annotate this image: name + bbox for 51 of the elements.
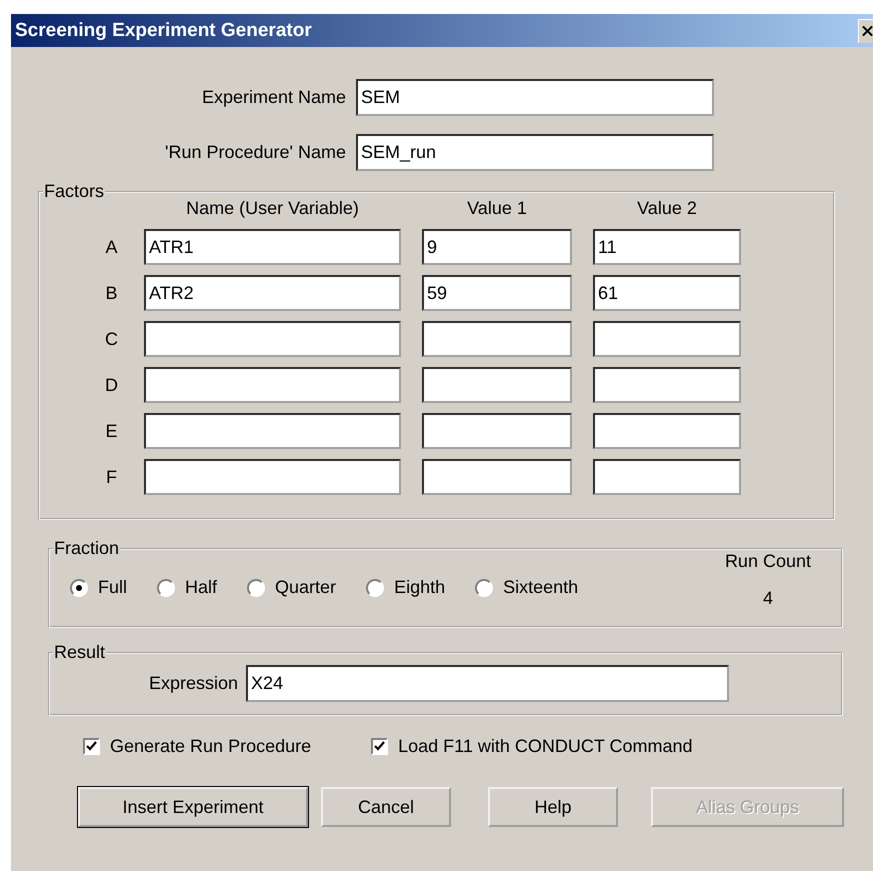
radio-option[interactable]: Eighth — [366, 577, 446, 598]
factor-letter: C — [104, 328, 119, 350]
value-field[interactable] — [593, 459, 741, 495]
dialog-button[interactable]: Insert Experiment — [78, 787, 308, 827]
factor-name-field[interactable]: ATR2 — [144, 275, 401, 311]
field-label: 'Run Procedure' Name — [165, 142, 346, 163]
value-field[interactable]: 59 — [422, 275, 572, 311]
value-field[interactable] — [593, 321, 741, 357]
factor-letter: E — [104, 420, 118, 442]
factor-letter: B — [104, 282, 118, 304]
value-field[interactable] — [422, 321, 572, 357]
radio-option[interactable]: Quarter — [247, 577, 336, 598]
factor-letter: D — [104, 374, 119, 396]
checkbox-option[interactable]: Generate Run Procedure — [83, 736, 312, 757]
close-button[interactable] — [858, 18, 873, 42]
factor-name-field[interactable]: ATR1 — [144, 229, 401, 265]
factor-name-field[interactable] — [144, 321, 401, 357]
window-title: Screening Experiment Generator — [14, 20, 312, 42]
factor-name-field[interactable] — [144, 367, 401, 403]
factor-name-field[interactable] — [144, 459, 401, 495]
expression-field[interactable]: X24 — [246, 665, 730, 702]
factor-letter: F — [105, 466, 118, 488]
experiment-name-field[interactable]: SEM — [356, 79, 714, 116]
factor-name-field[interactable] — [144, 413, 401, 449]
field-label: Experiment Name — [202, 87, 346, 108]
dialog-button[interactable]: Cancel — [321, 787, 451, 827]
group-title: Factors — [43, 181, 106, 202]
radio-option[interactable]: Sixteenth — [475, 577, 578, 598]
column-header: Name (User Variable) — [185, 198, 360, 219]
column-header: Value 1 — [466, 198, 528, 219]
radio-option[interactable]: Half — [157, 577, 218, 598]
group-title: Fraction — [53, 538, 120, 559]
close-icon — [862, 25, 873, 37]
value-field[interactable] — [422, 459, 572, 495]
run-count-value: 4 — [762, 588, 773, 609]
value-field[interactable] — [422, 413, 572, 449]
radio-option[interactable]: Full — [70, 577, 128, 598]
value-field[interactable]: 11 — [593, 229, 741, 265]
checkbox-option[interactable]: Load F11 with CONDUCT Command — [371, 736, 693, 757]
group-title: Result — [53, 642, 106, 663]
run-procedure-name-field[interactable]: SEM_run — [356, 134, 714, 171]
value-field[interactable] — [593, 367, 741, 403]
column-header: Value 2 — [636, 198, 698, 219]
value-field[interactable]: 9 — [422, 229, 572, 265]
run-count-label: Run Count — [724, 551, 811, 572]
dialog-button[interactable]: Help — [488, 787, 618, 827]
field-label: Expression — [149, 673, 238, 694]
value-field[interactable]: 61 — [593, 275, 741, 311]
factor-letter: A — [104, 236, 118, 258]
value-field[interactable] — [422, 367, 572, 403]
value-field[interactable] — [593, 413, 741, 449]
